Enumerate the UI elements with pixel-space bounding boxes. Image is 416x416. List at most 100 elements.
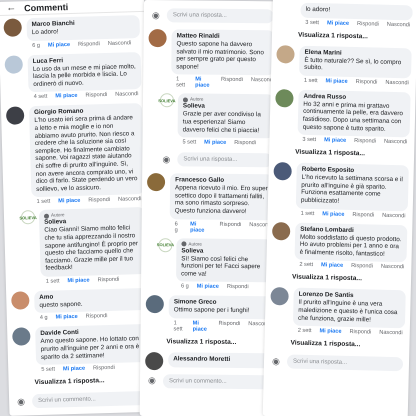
- comment: Simone Greco Ottimo sapone per i funghi! 1…: [140, 292, 276, 336]
- reply-button[interactable]: Rispondi: [349, 329, 371, 336]
- reply-button[interactable]: Rispondi: [88, 197, 110, 204]
- reply-composer-top: ◉ Scrivi una risposta...: [144, 0, 280, 27]
- camera-icon[interactable]: ◉: [150, 10, 162, 21]
- reply-button[interactable]: Rispondi: [354, 138, 376, 145]
- like-button[interactable]: Mi piace: [193, 320, 211, 332]
- like-button[interactable]: Mi piace: [195, 77, 213, 89]
- reply-button[interactable]: Rispondi: [97, 277, 119, 284]
- comment: Roberto Esposito L'ho ricevuto la settima…: [268, 159, 414, 222]
- reply-button[interactable]: Rispondi: [221, 77, 243, 89]
- like-button[interactable]: Mi piace: [319, 328, 341, 335]
- arrow-left-icon[interactable]: ←: [6, 2, 16, 13]
- avatar[interactable]: [271, 221, 291, 241]
- comment-text: questo sapone.: [39, 300, 83, 309]
- comment-text: Lo uso da un mese e mi piace molto, lasc…: [32, 62, 136, 88]
- hide-button[interactable]: Nascondi: [382, 212, 405, 219]
- like-button[interactable]: Mi piace: [324, 137, 346, 144]
- hide-button[interactable]: Nascondi: [379, 330, 402, 337]
- like-button[interactable]: Mi piace: [326, 78, 348, 85]
- camera-icon[interactable]: ◉: [270, 356, 282, 367]
- avatar[interactable]: [146, 173, 166, 192]
- comment: Lorenzo De Santis Il prurito all'inguine …: [265, 284, 411, 339]
- reply-button[interactable]: Rispondi: [86, 314, 108, 321]
- comment-time: 1 sett: [36, 198, 51, 206]
- view-replies-link[interactable]: Visualizza 1 risposta...: [140, 335, 276, 350]
- reply-button[interactable]: Rispondi: [352, 212, 374, 219]
- reply-button[interactable]: Rispondi: [85, 92, 107, 99]
- reply-button[interactable]: Rispondi: [78, 41, 100, 48]
- author-reply: SOLIEVA Autore Solieva Ciao Gianni! Siam…: [16, 205, 152, 288]
- camera-icon[interactable]: ◉: [160, 154, 172, 165]
- hide-button[interactable]: Nascondi: [115, 91, 138, 98]
- comment: Francesco Gallo Appena ricevuto il mio. E…: [142, 170, 279, 237]
- like-button[interactable]: Mi piace: [55, 93, 77, 100]
- avatar[interactable]: [276, 44, 295, 64]
- hide-button[interactable]: Nascondi: [381, 264, 404, 271]
- camera-icon[interactable]: ◉: [15, 396, 27, 407]
- reply-button[interactable]: Rispondi: [351, 263, 373, 270]
- avatar[interactable]: [12, 327, 31, 347]
- avatar[interactable]: [273, 162, 292, 181]
- reply-button[interactable]: Rispondi: [218, 321, 240, 333]
- avatar[interactable]: [270, 287, 289, 306]
- comment-input[interactable]: Scrivi un commento...: [31, 391, 150, 409]
- comment-time: 4 sett: [33, 94, 48, 101]
- comment-text: Questo sapone ha davvero salvato il mio …: [176, 40, 264, 71]
- header-title: Commenti: [24, 1, 69, 13]
- like-button[interactable]: Mi piace: [48, 42, 70, 49]
- reply-button[interactable]: Rispondi: [357, 21, 379, 28]
- comment: Andrea Russo Ho 32 anni e prima mi gratta…: [269, 86, 415, 149]
- author-reply: SOLIEVA Autore Solieva Sì! Siamo così fe…: [153, 236, 278, 294]
- comment-text: È tutto naturale?? Se sì, lo compro subi…: [304, 56, 402, 72]
- comment-author-name[interactable]: Alessandro Moretti: [173, 355, 266, 364]
- camera-icon[interactable]: ◉: [146, 375, 158, 386]
- comment: Marco Bianchi Lo adoro! 6 g Mi piace Rispond…: [0, 12, 145, 53]
- reply-button[interactable]: Rispondi: [219, 221, 242, 233]
- reply-input[interactable]: Scrivi una risposta...: [286, 354, 404, 372]
- comment-time: 3 sett: [305, 19, 320, 26]
- hide-button[interactable]: Nascondi: [118, 196, 141, 203]
- avatar[interactable]: [3, 18, 22, 37]
- like-button[interactable]: Mi piace: [327, 20, 349, 27]
- comment-text: L'ho ricevuto la settimana scorsa e il p…: [300, 173, 403, 205]
- comment-text: Appena ricevuto il mio. Ero super scetti…: [174, 184, 268, 216]
- avatar[interactable]: [145, 351, 164, 371]
- reply-button[interactable]: Rispondi: [227, 284, 249, 290]
- reply-time: 6 g: [180, 283, 189, 290]
- avatar[interactable]: [11, 291, 30, 310]
- like-button[interactable]: Mi piace: [67, 277, 89, 284]
- hide-button[interactable]: Nascondi: [385, 80, 408, 87]
- comment: lo adoro! 3 sett Mi piace Rispondi Nasco…: [272, 0, 416, 31]
- like-button[interactable]: Mi piace: [322, 211, 344, 218]
- avatar[interactable]: [145, 295, 164, 314]
- like-button[interactable]: Mi piace: [56, 314, 78, 321]
- comment: Giorgio Romano L'ho usato ieri sera prima…: [1, 100, 150, 209]
- comment: Alessandro Moretti: [140, 349, 276, 371]
- reply-text: Sì! Siamo così felici che funzioni per t…: [181, 254, 261, 278]
- avatar[interactable]: [5, 106, 25, 126]
- reply-text: Grazie per aver condiviso la tua esperie…: [182, 110, 261, 134]
- author-badge-icon: [182, 97, 188, 103]
- reply-input[interactable]: Scrivi una risposta...: [177, 152, 273, 168]
- comment-time: 1 sett: [303, 77, 318, 84]
- avatar[interactable]: [275, 88, 294, 108]
- hide-button[interactable]: Nascondi: [387, 21, 410, 28]
- avatar[interactable]: [4, 54, 23, 74]
- reply-button[interactable]: Rispondi: [234, 140, 256, 146]
- hide-button[interactable]: Nascondi: [108, 40, 131, 47]
- comment: Stefano Lombardi Molto soddisfatto di que…: [266, 218, 412, 273]
- avatar[interactable]: [148, 29, 167, 48]
- hide-button[interactable]: Nascondi: [384, 139, 407, 146]
- like-button[interactable]: Mi piace: [58, 198, 80, 205]
- like-button[interactable]: Mi piace: [190, 221, 211, 233]
- reply-button[interactable]: Rispondi: [356, 79, 378, 86]
- like-button[interactable]: Mi piace: [197, 284, 219, 290]
- comment-input[interactable]: Scrivi un commento...: [162, 374, 271, 390]
- comment: Elena Marini È tutto naturale?? Se sì, lo…: [271, 42, 416, 90]
- reply-button[interactable]: Rispondi: [93, 365, 115, 372]
- like-button[interactable]: Mi piace: [204, 140, 226, 146]
- comment-text: lo adoro!: [305, 5, 331, 14]
- like-button[interactable]: Mi piace: [63, 366, 85, 373]
- reply-input[interactable]: Scrivi una risposta...: [166, 8, 274, 24]
- like-button[interactable]: Mi piace: [321, 263, 343, 270]
